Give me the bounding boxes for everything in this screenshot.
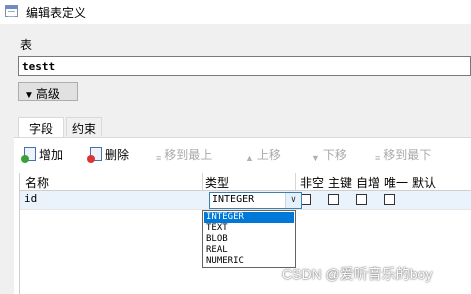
header-primary-key: 主键 (328, 176, 353, 190)
tab-constraints[interactable]: 约束 (66, 117, 102, 136)
type-select-value: INTEGER (212, 194, 255, 205)
auto-increment-checkbox[interactable] (356, 194, 367, 205)
type-option-numeric[interactable]: NUMERIC (204, 256, 294, 267)
header-unique: 唯一 (384, 176, 409, 190)
delete-label: 删除 (105, 148, 130, 162)
move-bottom-button[interactable]: ≡ 移到最下 (375, 146, 431, 164)
tab-fields[interactable]: 字段 (18, 117, 64, 138)
header-default: 默认 (412, 176, 437, 190)
add-label: 增加 (39, 148, 64, 162)
move-bottom-label: 移到最下 (383, 148, 432, 162)
grid-header: 名称 类型 非空 主键 自增 唯一 默认 (20, 173, 471, 191)
type-select[interactable]: INTEGER ∨ (209, 192, 302, 209)
add-button[interactable]: 增加 (21, 146, 64, 164)
window-icon (5, 5, 18, 17)
advanced-button[interactable]: ▼ 高级 (18, 82, 78, 101)
move-top-icon: ≡ (156, 153, 162, 163)
arrow-down-icon: ▼ (311, 153, 320, 163)
header-name: 名称 (25, 176, 50, 190)
title-bar: 编辑表定义 (0, 0, 471, 24)
toolbar: 增加 删除 ≡ 移到最上 ▲ 上移 ▼ 下移 ≡ 移到最下 (14, 138, 471, 172)
move-bottom-icon: ≡ (375, 153, 381, 163)
header-type: 类型 (205, 176, 230, 190)
type-option-integer[interactable]: INTEGER (204, 212, 294, 223)
move-top-label: 移到最上 (164, 148, 213, 162)
move-up-label: 上移 (256, 148, 281, 162)
add-icon (21, 147, 36, 163)
column-divider (295, 173, 296, 190)
unique-checkbox[interactable] (384, 194, 395, 205)
move-top-button[interactable]: ≡ 移到最上 (156, 146, 212, 164)
header-not-null: 非空 (300, 176, 325, 190)
move-up-button[interactable]: ▲ 上移 (245, 146, 281, 164)
field-name-cell[interactable]: id (24, 192, 37, 205)
column-divider (202, 173, 203, 190)
window-title: 编辑表定义 (26, 6, 87, 20)
header-auto-increment: 自增 (356, 176, 381, 190)
type-option-text[interactable]: TEXT (204, 223, 294, 234)
chevron-down-icon[interactable]: ∨ (285, 193, 301, 208)
table-section-label: 表 (20, 38, 33, 52)
table-name-input[interactable]: testt (18, 56, 471, 76)
delete-button[interactable]: 删除 (87, 146, 130, 164)
arrow-up-icon: ▲ (245, 153, 254, 163)
move-down-label: 下移 (322, 148, 347, 162)
triangle-down-icon: ▼ (24, 90, 34, 101)
advanced-label: 高级 (35, 87, 60, 101)
type-dropdown-list: INTEGER TEXT BLOB REAL NUMERIC (202, 210, 296, 268)
move-down-button[interactable]: ▼ 下移 (311, 146, 347, 164)
type-option-blob[interactable]: BLOB (204, 234, 294, 245)
watermark: CSDN @爱听音乐的boy (282, 266, 433, 282)
type-option-real[interactable]: REAL (204, 245, 294, 256)
delete-icon (87, 147, 102, 163)
primary-key-checkbox[interactable] (328, 194, 339, 205)
